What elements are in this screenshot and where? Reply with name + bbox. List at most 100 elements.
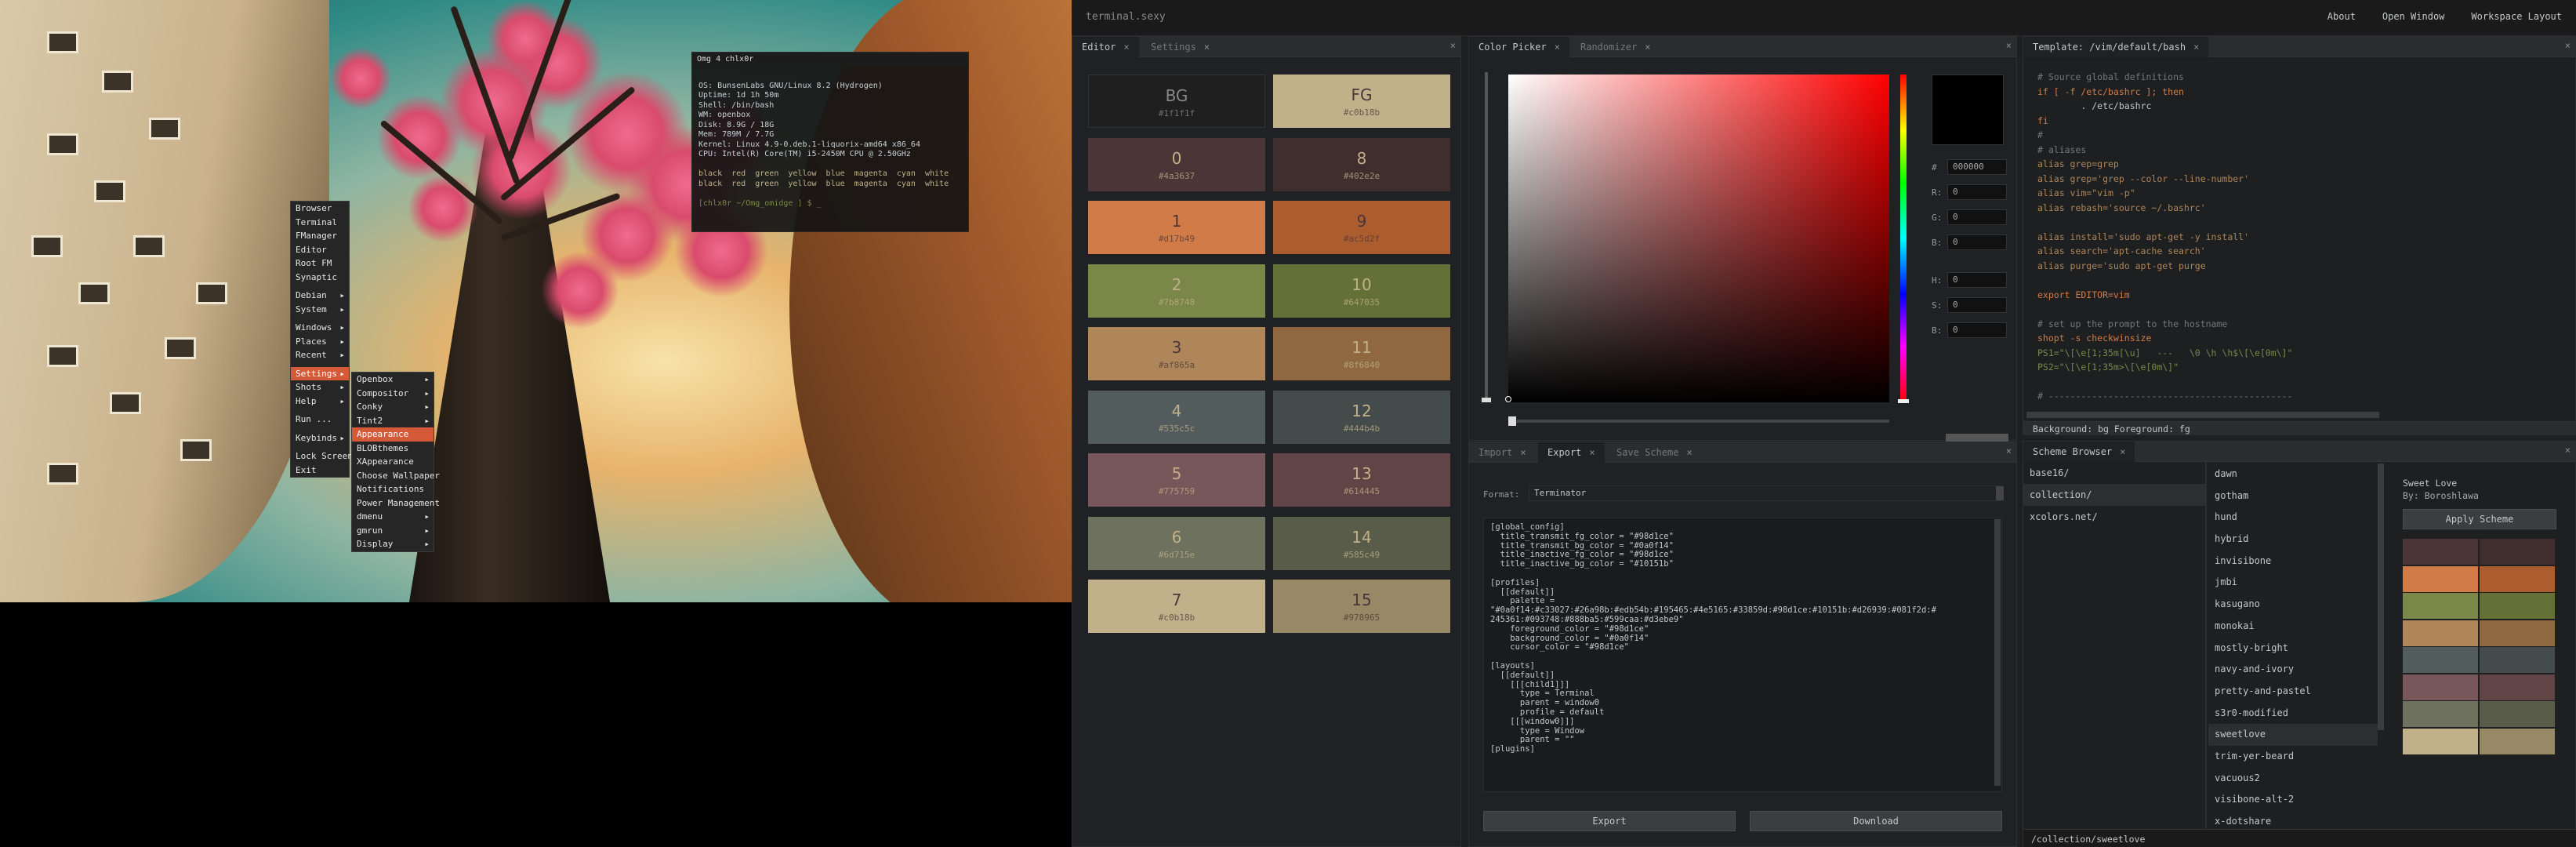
close-icon[interactable]: ×: [2120, 446, 2125, 457]
bottom-slider[interactable]: [1508, 420, 1889, 423]
close-icon[interactable]: ×: [1686, 447, 1692, 458]
scheme-item[interactable]: sweetlove: [2208, 724, 2378, 746]
bottom-slider-handle[interactable]: [1508, 416, 1516, 426]
color-swatch-13[interactable]: 13 #614445: [1273, 453, 1450, 507]
menu-item[interactable]: XAppearance: [352, 455, 434, 469]
color-swatch-3[interactable]: 3 #af865a: [1088, 327, 1265, 380]
field-input[interactable]: 0: [1947, 297, 2007, 313]
format-select-arrow[interactable]: [1996, 486, 2004, 500]
tab-scheme-browser[interactable]: Scheme Browser ×: [2023, 442, 2135, 462]
color-swatch-bg[interactable]: BG #1f1f1f: [1088, 75, 1265, 128]
folder-item[interactable]: base16/: [2023, 462, 2205, 484]
download-button[interactable]: Download: [1750, 811, 2002, 831]
tab-template[interactable]: Template: /vim/default/bash ×: [2023, 37, 2209, 57]
brand[interactable]: terminal.sexy: [1086, 11, 1166, 23]
color-swatch-8[interactable]: 8 #402e2e: [1273, 137, 1450, 191]
menu-item[interactable]: Tint2: [352, 414, 434, 428]
panel-close-icon[interactable]: ×: [2565, 40, 2571, 51]
color-swatch-9[interactable]: 9 #ac5d2f: [1273, 201, 1450, 254]
scheme-item[interactable]: vacuous2: [2208, 768, 2378, 790]
menu-item[interactable]: Keybinds: [291, 431, 349, 445]
menu-item[interactable]: Recent: [291, 348, 349, 362]
menu-item[interactable]: Run ...: [291, 413, 349, 427]
field-input[interactable]: 0: [1947, 234, 2007, 250]
menu-item[interactable]: Choose Wallpaper: [352, 469, 440, 483]
scheme-item[interactable]: pretty-and-pastel: [2208, 681, 2378, 703]
color-swatch-0[interactable]: 0 #4a3637: [1088, 137, 1265, 191]
menu-item[interactable]: BLOBthemes: [352, 442, 434, 456]
close-icon[interactable]: ×: [2193, 42, 2199, 53]
export-output-box[interactable]: [global_config] title_transmit_fg_color …: [1483, 518, 2002, 792]
nav-workspace-layout[interactable]: Workspace Layout: [2471, 11, 2562, 22]
tab-import[interactable]: Import ×: [1469, 442, 1536, 463]
scheme-item[interactable]: s3r0-modified: [2208, 703, 2378, 725]
menu-item[interactable]: gmrun: [352, 524, 434, 538]
tab-randomizer[interactable]: Randomizer ×: [1571, 37, 1660, 57]
hue-handle[interactable]: [1898, 399, 1909, 403]
close-icon[interactable]: ×: [1204, 42, 1210, 53]
menu-item[interactable]: System: [291, 303, 349, 317]
format-select[interactable]: Terminator: [1529, 485, 2002, 501]
scheme-item[interactable]: kasugano: [2208, 594, 2378, 616]
tab-settings[interactable]: Settings ×: [1141, 37, 1219, 57]
menu-item[interactable]: Help: [291, 394, 349, 409]
field-input[interactable]: 0: [1947, 209, 2007, 225]
scheme-item[interactable]: monokai: [2208, 616, 2378, 638]
menu-item[interactable]: Compositor: [352, 387, 434, 401]
color-swatch-7[interactable]: 7 #c0b18b: [1088, 580, 1265, 633]
hue-bar[interactable]: [1900, 75, 1907, 402]
scheme-item[interactable]: mostly-bright: [2208, 638, 2378, 660]
color-swatch-6[interactable]: 6 #6d715e: [1088, 516, 1265, 570]
scheme-item[interactable]: gotham: [2208, 485, 2378, 507]
menu-item[interactable]: Terminal: [291, 216, 349, 230]
menu-item[interactable]: Windows: [291, 321, 349, 335]
tab-color-picker[interactable]: Color Picker ×: [1469, 37, 1569, 57]
alpha-handle[interactable]: [1482, 398, 1491, 402]
color-swatch-5[interactable]: 5 #775759: [1088, 453, 1265, 507]
nav-about[interactable]: About: [2327, 11, 2356, 22]
scheme-item[interactable]: trim-yer-beard: [2208, 746, 2378, 768]
menu-item[interactable]: Debian: [291, 289, 349, 303]
panel-close-icon[interactable]: ×: [2006, 40, 2012, 51]
menu-item[interactable]: Appearance: [352, 427, 434, 442]
scheme-item[interactable]: invisibone: [2208, 551, 2378, 573]
color-swatch-2[interactable]: 2 #7b8748: [1088, 264, 1265, 318]
menu-item[interactable]: Lock Screen: [291, 449, 353, 463]
close-icon[interactable]: ×: [1123, 42, 1129, 53]
field-input[interactable]: 0: [1947, 322, 2007, 338]
folder-item[interactable]: collection/: [2023, 484, 2205, 506]
menu-item[interactable]: Exit: [291, 463, 349, 478]
color-swatch-14[interactable]: 14 #585c49: [1273, 516, 1450, 570]
close-icon[interactable]: ×: [1555, 42, 1560, 53]
menu-item[interactable]: Editor: [291, 243, 349, 257]
scheme-item[interactable]: hund: [2208, 507, 2378, 529]
color-swatch-fg[interactable]: FG #c0b18b: [1273, 75, 1450, 128]
close-icon[interactable]: ×: [1520, 447, 1526, 458]
panel-close-icon[interactable]: ×: [1450, 40, 1456, 51]
menu-item[interactable]: Places: [291, 335, 349, 349]
scheme-scrollbar[interactable]: [2378, 463, 2384, 730]
field-input[interactable]: 0: [1947, 184, 2007, 200]
scheme-item[interactable]: jmbi: [2208, 572, 2378, 594]
scheme-item[interactable]: hybrid: [2208, 529, 2378, 551]
menu-item[interactable]: Shots: [291, 380, 349, 394]
menu-item[interactable]: Openbox: [352, 373, 434, 387]
field-input[interactable]: 000000: [1947, 159, 2007, 175]
saturation-value-area[interactable]: [1508, 75, 1889, 402]
menu-item[interactable]: Root FM: [291, 256, 349, 271]
alpha-track[interactable]: [1485, 72, 1488, 402]
template-hscroll[interactable]: [2026, 412, 2379, 418]
field-input[interactable]: 0: [1947, 272, 2007, 288]
menu-item[interactable]: Display: [352, 537, 434, 551]
tab-editor[interactable]: Editor ×: [1072, 37, 1139, 57]
scheme-item[interactable]: navy-and-ivory: [2208, 659, 2378, 681]
menu-item[interactable]: Synaptic: [291, 271, 349, 285]
menu-item[interactable]: Browser: [291, 202, 349, 216]
tab-save-scheme[interactable]: Save Scheme ×: [1607, 442, 1702, 463]
color-swatch-1[interactable]: 1 #d17b49: [1088, 201, 1265, 254]
scheme-item[interactable]: visibone-alt-2: [2208, 789, 2378, 811]
scheme-item[interactable]: dawn: [2208, 463, 2378, 485]
close-icon[interactable]: ×: [1645, 42, 1650, 53]
menu-item[interactable]: FManager: [291, 229, 349, 243]
menu-item[interactable]: dmenu: [352, 510, 434, 524]
